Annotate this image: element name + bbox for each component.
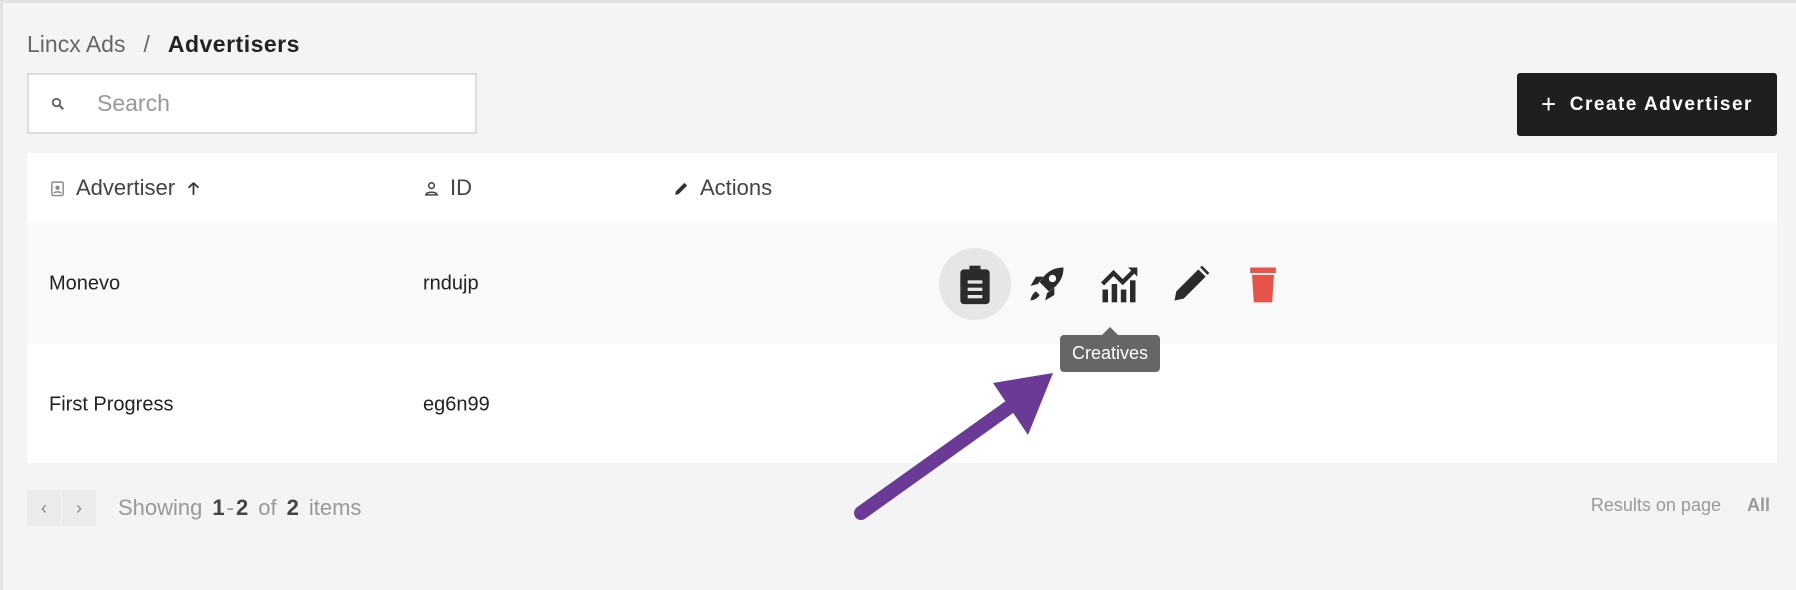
next-page-button[interactable]: › [62,490,96,526]
plus-icon: + [1541,89,1558,119]
results-per-page: Results on page All [1591,495,1770,516]
trash-icon [1250,267,1276,302]
column-actions-label: Actions [700,175,773,200]
delete-button[interactable] [1227,248,1299,320]
search-box[interactable] [27,73,477,134]
account-icon [424,181,439,196]
total-count: 2 [286,495,299,520]
rocket-icon [1030,267,1064,300]
search-icon [51,97,65,110]
advertiser-id: rndujp [423,272,479,294]
clipboard-account-icon [51,180,64,196]
range-end: 2 [235,495,249,520]
clipboard-list-icon [960,265,990,304]
column-advertiser-label: Advertiser [76,175,176,200]
column-actions: Actions [673,175,772,201]
edit-button[interactable] [1155,248,1227,320]
breadcrumb-root[interactable]: Lincx Ads [27,31,125,58]
table-row[interactable]: Monevo rndujp [27,223,1777,344]
sort-arrow-up-icon[interactable] [185,180,202,197]
pagination-summary: Showing 1 - 2 of 2 items [118,495,361,521]
annotation-arrow [854,373,1053,520]
of-label: of [258,495,277,520]
breadcrumb: Lincx Ads / Advertisers [27,31,300,58]
breadcrumb-separator: / [143,31,150,57]
search-input[interactable] [97,90,417,117]
campaigns-button[interactable] [1011,248,1083,320]
column-id-label: ID [450,175,472,200]
advertiser-name[interactable]: First Progress [49,393,173,416]
row-actions [939,223,1299,344]
page-title: Advertisers [167,31,300,57]
range-separator: - [226,495,234,520]
advertiser-id: eg6n99 [423,393,490,415]
showing-label: Showing [118,495,203,520]
pencil-icon [1174,265,1210,300]
chart-trending-icon [1100,267,1138,302]
table-header: Advertiser ID Actions [27,153,1777,223]
results-label: Results on page [1590,495,1721,515]
pencil-icon [675,182,688,195]
create-advertiser-button[interactable]: + Create Advertiser [1517,73,1777,136]
items-label: items [308,495,362,520]
range-start: 1 [212,495,225,520]
pagination: ‹ › Showing 1 - 2 of 2 items [27,490,361,526]
prev-page-button[interactable]: ‹ [27,490,61,526]
results-per-page-select[interactable]: All [1747,495,1770,516]
create-advertiser-label: Create Advertiser [1569,93,1753,115]
advertiser-name[interactable]: Monevo [49,272,120,295]
analytics-button[interactable] [1083,248,1155,320]
creatives-button[interactable] [939,247,1011,320]
column-advertiser[interactable]: Advertiser [49,175,202,201]
column-id[interactable]: ID [423,175,472,201]
